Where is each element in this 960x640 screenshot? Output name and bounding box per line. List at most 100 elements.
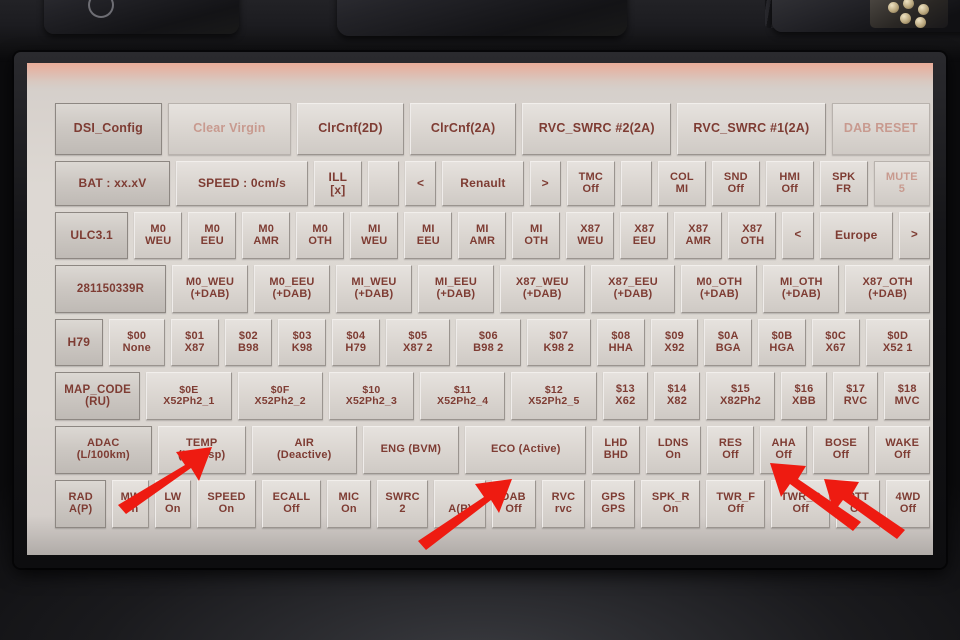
- btn-wake-off[interactable]: WAKE Off: [874, 426, 931, 474]
- btn-hmi-off[interactable]: HMI Off: [765, 161, 814, 206]
- btn-speed-0cm-s[interactable]: SPEED : 0cm/s: [176, 161, 308, 206]
- btn-rvc-swrc-1-2a[interactable]: RVC_SWRC #1(2A): [677, 103, 826, 155]
- btn-dab-reset[interactable]: DAB RESET: [831, 103, 930, 155]
- btn-temp-nodisp[interactable]: TEMP (NoDisp): [157, 426, 246, 474]
- btn-x87-amr[interactable]: X87 AMR: [674, 212, 723, 259]
- btn-ill-x[interactable]: ILL [x]: [313, 161, 362, 206]
- btn-spk-r-on[interactable]: SPK_R On: [641, 480, 701, 528]
- btn-0a-bga[interactable]: $0A BGA: [704, 319, 753, 366]
- btn-0f-x52ph2-2[interactable]: $0F X52Ph2_2: [237, 372, 323, 420]
- btn-0b-hga[interactable]: $0B HGA: [758, 319, 806, 366]
- btn-speed-on[interactable]: SPEED On: [196, 480, 256, 528]
- btn-m0-weu[interactable]: M0 WEU: [134, 212, 183, 259]
- btn-m0-eeu[interactable]: M0 EEU: [188, 212, 237, 259]
- btn-dsi-config[interactable]: DSI_Config: [55, 103, 162, 155]
- btn-snd-off[interactable]: SND Off: [711, 161, 760, 206]
- btn-ptt-off[interactable]: PTT Off: [836, 480, 881, 528]
- btn-europe[interactable]: Europe: [819, 212, 893, 259]
- btn-mw-on[interactable]: MW On: [112, 480, 149, 528]
- btn-03-k98[interactable]: $03 K98: [278, 319, 326, 366]
- btn-m0-amr[interactable]: M0 AMR: [242, 212, 291, 259]
- btn-blank[interactable]: [620, 161, 652, 206]
- btn-mi-oth-dab[interactable]: MI_OTH (+DAB): [763, 265, 840, 313]
- btn-bat-xx-xv[interactable]: BAT : xx.xV: [55, 161, 171, 206]
- btn-blank[interactable]: [367, 161, 399, 206]
- btn-air-deactive[interactable]: AIR (Deactive): [251, 426, 357, 474]
- btn-x87-weu-dab[interactable]: X87_WEU (+DAB): [499, 265, 585, 313]
- btn-res-off[interactable]: RES Off: [706, 426, 755, 474]
- btn-lw-on[interactable]: LW On: [154, 480, 191, 528]
- btn-01-x87[interactable]: $01 X87: [170, 319, 219, 366]
- btn-mi-weu[interactable]: MI WEU: [350, 212, 399, 259]
- btn-11-x52ph2-4[interactable]: $11 X52Ph2_4: [420, 372, 506, 420]
- btn-mi-oth[interactable]: MI OTH: [512, 212, 561, 259]
- btn-twr-f-off[interactable]: TWR_F Off: [706, 480, 766, 528]
- btn-renault[interactable]: Renault: [442, 161, 524, 206]
- btn-04-h79[interactable]: $04 H79: [331, 319, 380, 366]
- btn-17-rvc[interactable]: $17 RVC: [832, 372, 879, 420]
- btn-blank[interactable]: <: [782, 212, 814, 259]
- btn-x87-eeu-dab[interactable]: X87_EEU (+DAB): [590, 265, 676, 313]
- btn-07-k98-2[interactable]: $07 K98 2: [526, 319, 591, 366]
- btn-ldns-on[interactable]: LDNS On: [645, 426, 701, 474]
- btn-x87-weu[interactable]: X87 WEU: [566, 212, 615, 259]
- btn-ecall-off[interactable]: ECALL Off: [261, 480, 321, 528]
- btn-x87-oth[interactable]: X87 OTH: [728, 212, 777, 259]
- btn-mute-5[interactable]: MUTE 5: [873, 161, 931, 206]
- btn-m0-oth[interactable]: M0 OTH: [296, 212, 345, 259]
- btn-mi-amr[interactable]: MI AMR: [458, 212, 507, 259]
- btn-0d-x52-1[interactable]: $0D X52 1: [865, 319, 930, 366]
- btn-281150339r[interactable]: 281150339R: [55, 265, 166, 313]
- btn-eng-bvm[interactable]: ENG (BVM): [362, 426, 460, 474]
- btn-rad-a-p[interactable]: RAD A(P): [55, 480, 107, 528]
- btn-tmc-off[interactable]: TMC Off: [566, 161, 615, 206]
- btn-10-x52ph2-3[interactable]: $10 X52Ph2_3: [328, 372, 414, 420]
- btn-lhd-bhd[interactable]: LHD BHD: [592, 426, 640, 474]
- btn-mi-weu-dab[interactable]: MI_WEU (+DAB): [335, 265, 412, 313]
- btn-col-mi[interactable]: COL MI: [657, 161, 706, 206]
- btn-h79[interactable]: H79: [55, 319, 103, 366]
- btn-blank[interactable]: <: [404, 161, 437, 206]
- hardware-button-center[interactable]: [337, 0, 627, 36]
- btn-clrcnf-2d[interactable]: ClrCnf(2D): [297, 103, 404, 155]
- btn-m0-oth-dab[interactable]: M0_OTH (+DAB): [681, 265, 758, 313]
- btn-gps-gps[interactable]: GPS GPS: [591, 480, 636, 528]
- btn-x87-oth-dab[interactable]: X87_OTH (+DAB): [845, 265, 931, 313]
- btn-13-x62[interactable]: $13 X62: [602, 372, 649, 420]
- btn-08-hha[interactable]: $08 HHA: [596, 319, 645, 366]
- btn-mi-eeu[interactable]: MI EEU: [404, 212, 453, 259]
- btn-swrc-2[interactable]: SWRC 2: [376, 480, 429, 528]
- btn-eco-active[interactable]: ECO (Active): [465, 426, 587, 474]
- btn-16-xbb[interactable]: $16 XBB: [781, 372, 827, 420]
- btn-00-none[interactable]: $00 None: [108, 319, 165, 366]
- btn-09-x92[interactable]: $09 X92: [650, 319, 699, 366]
- btn-adac-l-100km[interactable]: ADAC (L/100km): [55, 426, 152, 474]
- btn-dab-off[interactable]: DAB Off: [491, 480, 536, 528]
- btn-0e-x52ph2-1[interactable]: $0E X52Ph2_1: [146, 372, 232, 420]
- btn-clrcnf-2a[interactable]: ClrCnf(2A): [409, 103, 517, 155]
- btn-15-x82ph2[interactable]: $15 X82Ph2: [705, 372, 776, 420]
- hardware-button-left[interactable]: [44, 0, 239, 34]
- btn-twr-r-off[interactable]: TWR_R Off: [771, 480, 831, 528]
- btn-m0-eeu-dab[interactable]: M0_EEU (+DAB): [253, 265, 330, 313]
- btn-12-x52ph2-5[interactable]: $12 X52Ph2_5: [511, 372, 597, 420]
- btn-map-code-ru[interactable]: MAP_CODE (RU): [55, 372, 141, 420]
- btn-clear-virgin[interactable]: Clear Virgin: [167, 103, 292, 155]
- btn-0c-x67[interactable]: $0C X67: [811, 319, 860, 366]
- btn-ulc3-1[interactable]: ULC3.1: [55, 212, 129, 259]
- btn-4wd-off[interactable]: 4WD Off: [886, 480, 930, 528]
- btn-18-mvc[interactable]: $18 MVC: [884, 372, 931, 420]
- btn-bose-off[interactable]: BOSE Off: [813, 426, 869, 474]
- btn-06-b98-2[interactable]: $06 B98 2: [456, 319, 521, 366]
- btn-blank[interactable]: >: [898, 212, 931, 259]
- btn-rvc-rvc[interactable]: RVC rvc: [541, 480, 586, 528]
- btn-blank[interactable]: >: [529, 161, 561, 206]
- btn-x87-eeu[interactable]: X87 EEU: [620, 212, 669, 259]
- btn-mi-eeu-dab[interactable]: MI_EEU (+DAB): [417, 265, 494, 313]
- btn-spk-fr[interactable]: SPK FR: [819, 161, 868, 206]
- btn-a-p[interactable]: A(P): [434, 480, 486, 528]
- btn-02-b98[interactable]: $02 B98: [224, 319, 273, 366]
- btn-14-x82[interactable]: $14 X82: [654, 372, 700, 420]
- btn-m0-weu-dab[interactable]: M0_WEU (+DAB): [171, 265, 248, 313]
- btn-05-x87-2[interactable]: $05 X87 2: [385, 319, 451, 366]
